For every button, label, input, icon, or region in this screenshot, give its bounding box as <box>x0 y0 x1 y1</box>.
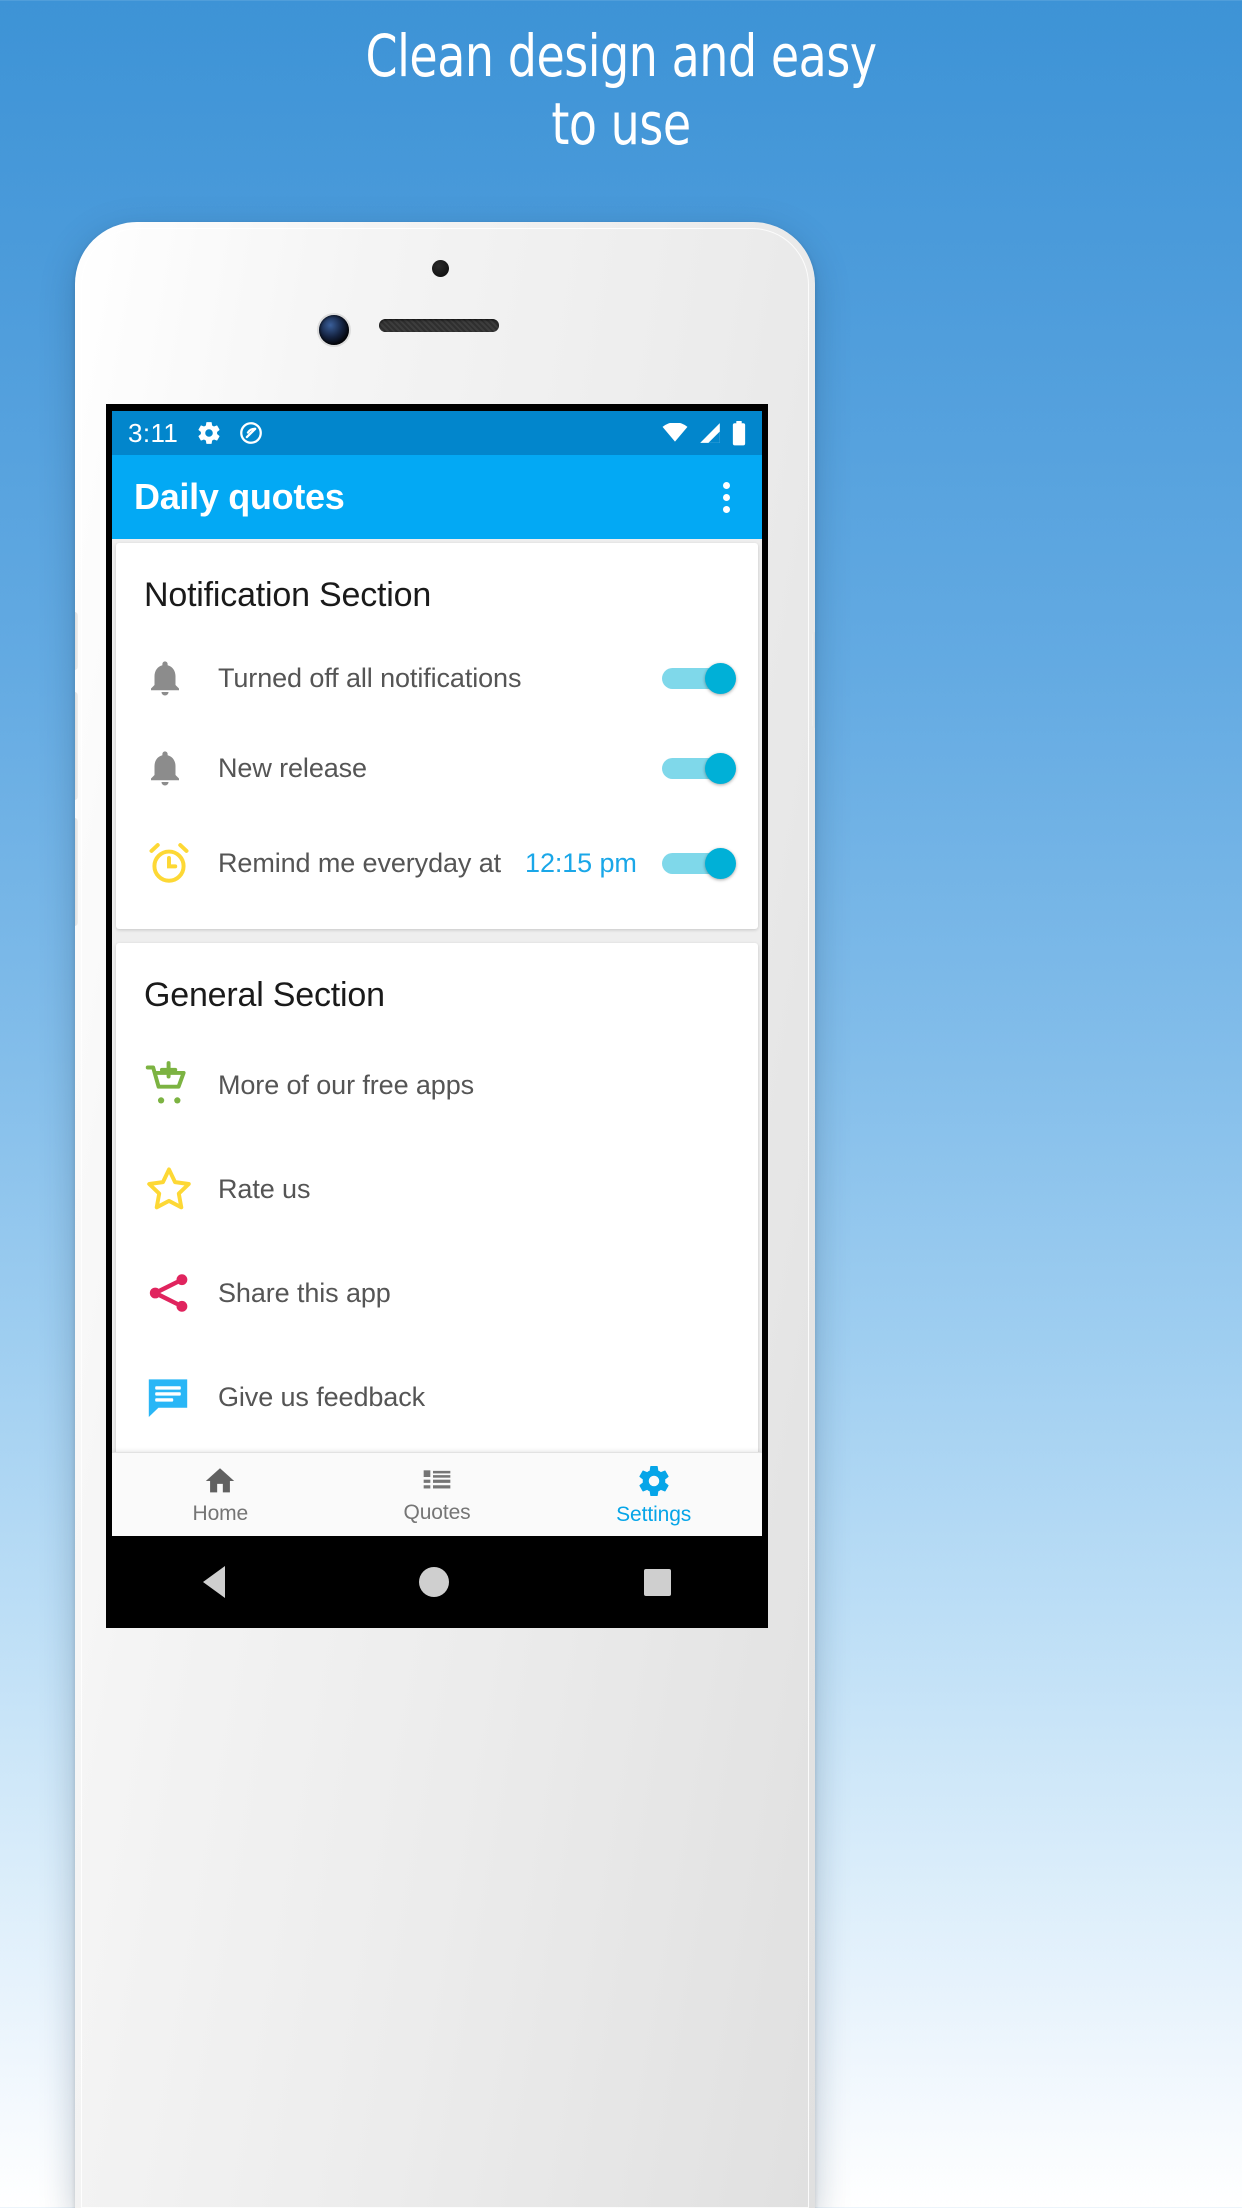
bottom-navigation: Home Quotes Settings <box>112 1452 762 1536</box>
general-section-title: General Section <box>144 976 385 1014</box>
phone-side-button <box>75 612 78 670</box>
battery-icon <box>732 420 746 446</box>
bell-icon <box>144 657 218 699</box>
alarm-clock-icon <box>144 838 218 888</box>
front-camera <box>319 315 349 345</box>
status-bar: 3:11 <box>112 411 762 455</box>
nav-item-quotes[interactable]: Quotes <box>329 1453 546 1536</box>
app-bar-title: Daily quotes <box>134 476 345 517</box>
toggle-remind-me-everyday[interactable] <box>662 848 736 879</box>
share-icon <box>144 1268 218 1318</box>
gear-icon <box>636 1463 672 1499</box>
notification-section-title: Notification Section <box>144 576 432 614</box>
nav-label: Settings <box>616 1502 692 1526</box>
add-to-cart-icon <box>144 1060 218 1110</box>
signal-icon <box>698 422 722 444</box>
recents-button-icon[interactable] <box>643 1568 671 1596</box>
settings-scroll-area[interactable]: Notification Section Turned off all noti… <box>112 539 762 1536</box>
toggle-turned-off-all-notifications[interactable] <box>662 663 736 694</box>
row-label: Remind me everyday at <box>218 847 502 878</box>
android-navigation-bar <box>106 1536 768 1628</box>
home-button-icon[interactable] <box>419 1567 450 1597</box>
row-label: More of our free apps <box>218 1069 475 1100</box>
phone-screen: 3:11 Daily quotes Notification Section T… <box>106 404 768 1536</box>
row-label: Give us feedback <box>218 1381 426 1412</box>
row-turned-off-all-notifications[interactable]: Turned off all notifications <box>116 633 758 723</box>
reminder-time-value[interactable]: 12:15 pm <box>525 848 637 879</box>
headline-line-2: to use <box>551 90 691 159</box>
nav-item-home[interactable]: Home <box>112 1453 329 1536</box>
home-icon <box>203 1464 237 1498</box>
do-not-disturb-icon <box>238 420 264 446</box>
earpiece-speaker <box>379 319 499 332</box>
phone-power-button <box>812 632 815 728</box>
app-screen: 3:11 Daily quotes Notification Section T… <box>112 411 762 1536</box>
nav-label: Home <box>192 1501 249 1525</box>
gear-icon <box>196 420 222 446</box>
row-label: Turned off all notifications <box>218 662 522 693</box>
list-icon <box>421 1465 453 1497</box>
bell-icon <box>144 747 218 789</box>
row-rate-us[interactable]: Rate us <box>116 1137 758 1241</box>
toggle-new-release[interactable] <box>662 753 736 784</box>
feedback-icon <box>144 1373 218 1421</box>
row-remind-me-everyday[interactable]: Remind me everyday at 12:15 pm <box>116 813 758 913</box>
phone-volume-up-button <box>75 692 78 800</box>
row-label: Share this app <box>218 1277 391 1308</box>
row-more-free-apps[interactable]: More of our free apps <box>116 1033 758 1137</box>
notification-section-card: Notification Section Turned off all noti… <box>116 543 758 929</box>
row-give-us-feedback[interactable]: Give us feedback <box>116 1345 758 1449</box>
back-button-icon[interactable] <box>203 1566 226 1598</box>
wifi-icon <box>662 423 688 443</box>
row-share-this-app[interactable]: Share this app <box>116 1241 758 1345</box>
overflow-menu-icon[interactable] <box>713 476 740 519</box>
phone-mockup: 3:11 Daily quotes Notification Section T… <box>75 222 815 2208</box>
row-label: Rate us <box>218 1173 311 1204</box>
row-label: New release <box>218 752 367 783</box>
page-title: Clean design and easy to use <box>75 22 1168 159</box>
general-section-card: General Section More of our free apps Ra… <box>116 943 758 1479</box>
proximity-sensor <box>432 260 449 277</box>
phone-volume-down-button <box>75 818 78 926</box>
status-time: 3:11 <box>128 417 179 448</box>
headline-line-1: Clean design and easy <box>365 22 877 90</box>
row-new-release[interactable]: New release <box>116 723 758 813</box>
nav-label: Quotes <box>403 1500 471 1524</box>
star-icon <box>144 1164 218 1214</box>
app-bar: Daily quotes <box>112 455 762 539</box>
nav-item-settings[interactable]: Settings <box>545 1453 762 1536</box>
